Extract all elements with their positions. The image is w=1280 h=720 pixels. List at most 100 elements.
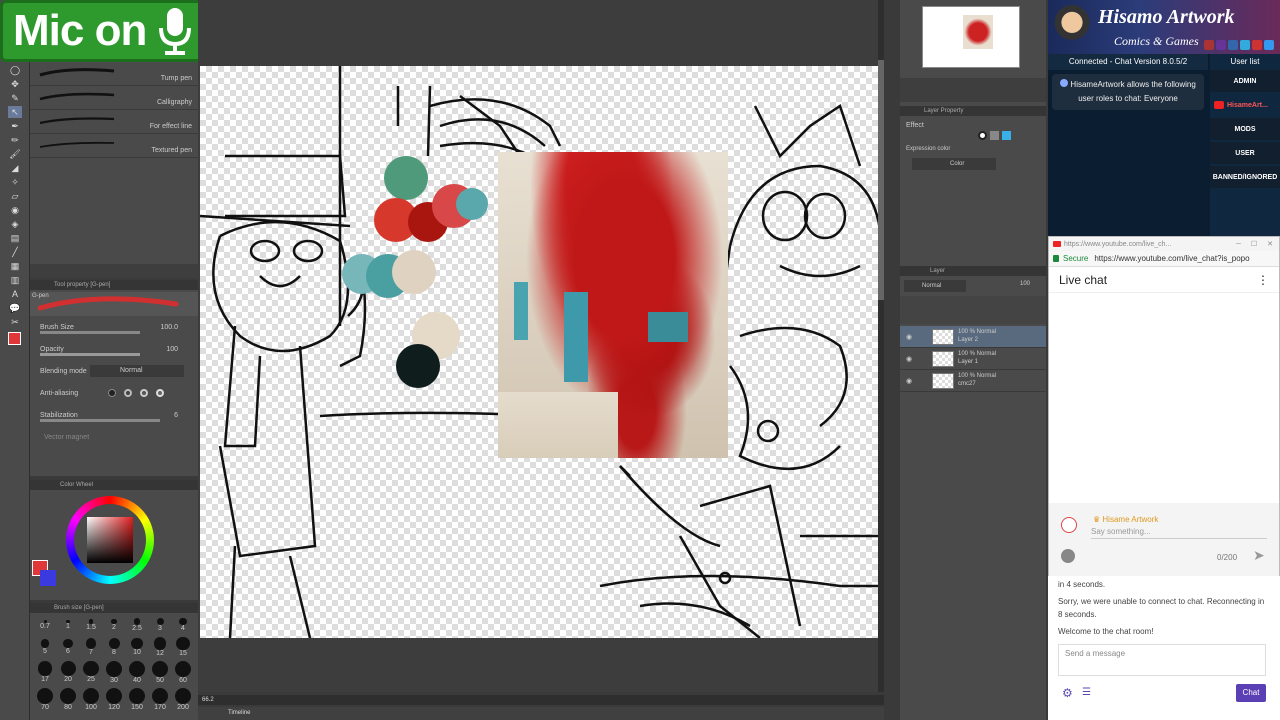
brush-size-cell[interactable]: 20	[57, 659, 79, 685]
figure-icon[interactable]: ╱	[8, 246, 22, 258]
brush-size-cell[interactable]: 2.5	[126, 615, 148, 635]
brush-size-cell[interactable]: 50	[149, 659, 171, 685]
brush-size-row[interactable]: Brush Size 100.0	[30, 316, 198, 338]
send-message-input[interactable]: Send a message	[1058, 644, 1266, 676]
canvas-area[interactable]: 66.2 Timeline	[198, 0, 884, 720]
opacity-row[interactable]: Opacity 100	[30, 338, 198, 360]
eraser-icon[interactable]: ▱	[8, 190, 22, 202]
timeline-bar[interactable]: Timeline	[198, 707, 884, 720]
list-icon[interactable]: ☰	[1082, 687, 1091, 698]
eye-icon[interactable]: ◉	[906, 377, 912, 385]
send-icon[interactable]: ➤	[1253, 547, 1265, 564]
brush-size-cell[interactable]: 2	[103, 615, 125, 635]
brush-size-cell[interactable]: 0.7	[34, 615, 56, 635]
correct-line-icon[interactable]: ✂	[8, 316, 22, 328]
layer-row[interactable]: ◉ 100 % Normal Layer 1	[900, 348, 1046, 370]
layer-opacity-value[interactable]: 100	[1020, 281, 1030, 287]
brush-item[interactable]: Tump pen	[30, 62, 198, 86]
lock-icon	[1053, 255, 1059, 262]
layer-row[interactable]: ◉ 100 % Normal Layer 2	[900, 326, 1046, 348]
brush-size-cell[interactable]: 7	[80, 636, 102, 658]
say-something-input[interactable]: Say something...	[1091, 527, 1267, 539]
brush-size-cell[interactable]: 3	[149, 615, 171, 635]
eyedropper-icon[interactable]: ✎	[8, 92, 22, 104]
blending-mode-select[interactable]: Normal	[90, 365, 184, 377]
blending-mode-row[interactable]: Blending mode Normal	[30, 360, 198, 382]
antialias-row[interactable]: Anti-aliasing	[30, 382, 198, 404]
brush-item[interactable]: Calligraphy	[30, 86, 198, 110]
sub-color-chip[interactable]	[40, 570, 56, 586]
frame-icon[interactable]: ▦	[8, 260, 22, 272]
airbrush-icon[interactable]: ◢	[8, 162, 22, 174]
more-options-icon[interactable]: ⋮	[1257, 273, 1269, 287]
minimize-button[interactable]: ─	[1236, 241, 1241, 248]
pencil-icon[interactable]: ✏	[8, 134, 22, 146]
lasso-icon[interactable]: ◯	[8, 64, 22, 76]
navigator-thumbnail[interactable]	[922, 6, 1020, 68]
move-icon[interactable]: ✥	[8, 78, 22, 90]
layer-toolbar[interactable]	[900, 296, 1046, 324]
brush-item[interactable]: Textured pen	[30, 134, 198, 158]
eye-icon[interactable]: ◉	[906, 333, 912, 341]
brush-icon[interactable]: 🖌	[8, 148, 22, 160]
color-wheel[interactable]	[66, 496, 154, 584]
brush-size-cell[interactable]: 6	[57, 636, 79, 658]
expression-color-select[interactable]: Color	[912, 158, 996, 170]
user-role-item[interactable]: BANNED/IGNORED	[1210, 166, 1280, 188]
fill-icon[interactable]: ◈	[8, 218, 22, 230]
user-role-item[interactable]: ADMIN	[1210, 70, 1280, 92]
brush-size-cell[interactable]: 17	[34, 659, 56, 685]
brush-size-cell[interactable]: 150	[126, 686, 148, 712]
brush-size-cell[interactable]: 60	[172, 659, 194, 685]
emoji-icon[interactable]	[1061, 549, 1075, 563]
select-icon[interactable]: ↖	[8, 106, 22, 118]
brush-size-cell[interactable]: 25	[80, 659, 102, 685]
right-panels: Layer Property Effect Expression color C…	[900, 0, 1046, 720]
crown-icon: ♛	[1093, 515, 1103, 524]
brush-size-cell[interactable]: 1.5	[80, 615, 102, 635]
balloon-icon[interactable]: 💬	[8, 302, 22, 314]
user-role-item[interactable]: MODS	[1210, 118, 1280, 140]
brush-item[interactable]: For effect line	[30, 110, 198, 134]
user-role-item[interactable]: HisameArt...	[1210, 94, 1280, 116]
brush-size-cell[interactable]: 100	[80, 686, 102, 712]
canvas-vertical-scrollbar[interactable]	[878, 0, 884, 692]
pen-icon[interactable]: ✒	[8, 120, 22, 132]
saturation-box[interactable]	[87, 517, 133, 563]
navigator-controls[interactable]	[900, 78, 1046, 102]
layer-row[interactable]: ◉ 100 % Normal cmc27	[900, 370, 1046, 392]
address-bar[interactable]: Secure https://www.youtube.com/live_chat…	[1049, 251, 1279, 267]
ruler-icon[interactable]: ▥	[8, 274, 22, 286]
brush-size-cell[interactable]: 170	[149, 686, 171, 712]
gradient-icon[interactable]: ▤	[8, 232, 22, 244]
close-button[interactable]: ✕	[1267, 240, 1273, 248]
brush-size-cell[interactable]: 15	[172, 636, 194, 658]
user-role-item[interactable]: USER	[1210, 142, 1280, 164]
brush-size-cell[interactable]: 120	[103, 686, 125, 712]
blend-icon[interactable]: ◉	[8, 204, 22, 216]
brush-size-cell[interactable]: 30	[103, 659, 125, 685]
brush-size-cell[interactable]: 10	[126, 636, 148, 658]
brush-size-cell[interactable]: 8	[103, 636, 125, 658]
settings-gear-icon[interactable]: ⚙	[1062, 686, 1073, 700]
text-icon[interactable]: A	[8, 288, 22, 300]
chat-send-button[interactable]: Chat	[1236, 684, 1266, 702]
canvas[interactable]	[200, 66, 881, 638]
brush-size-cell[interactable]: 70	[34, 686, 56, 712]
brush-size-cell[interactable]: 4	[172, 615, 194, 635]
chat-message-area	[1049, 293, 1279, 493]
brush-size-cell[interactable]: 40	[126, 659, 148, 685]
brush-size-cell[interactable]: 12	[149, 636, 171, 658]
maximize-button[interactable]: ☐	[1251, 240, 1257, 248]
layer-blend-select[interactable]: Normal	[904, 280, 966, 292]
eye-icon[interactable]: ◉	[906, 355, 912, 363]
effect-buttons[interactable]	[978, 131, 1011, 140]
brush-size-cell[interactable]: 1	[57, 615, 79, 635]
vector-magnet-row[interactable]: Vector magnet	[30, 426, 198, 448]
stabilization-row[interactable]: Stabilization 6	[30, 404, 198, 426]
brush-size-cell[interactable]: 5	[34, 636, 56, 658]
brush-size-cell[interactable]: 80	[57, 686, 79, 712]
brush-size-cell[interactable]: 200	[172, 686, 194, 712]
main-color-swatch[interactable]	[8, 332, 21, 345]
decoration-icon[interactable]: ✧	[8, 176, 22, 188]
